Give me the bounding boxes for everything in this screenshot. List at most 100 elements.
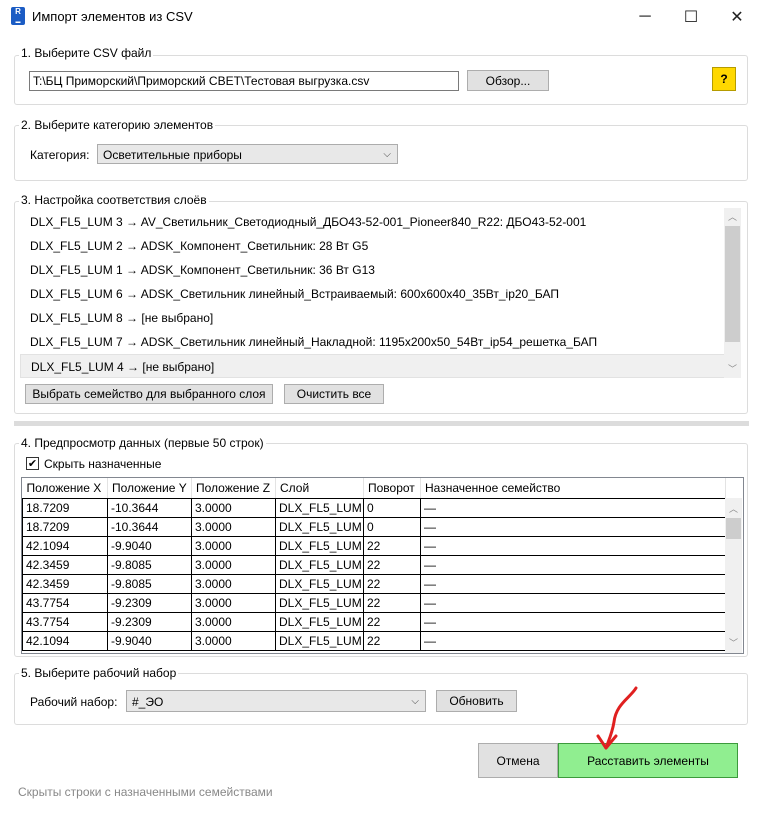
column-header[interactable]: Назначенное семейство	[420, 478, 726, 498]
table-header-row: Положение X Положение Y Положение Z Слой…	[22, 478, 726, 498]
splitter[interactable]	[14, 421, 749, 426]
preview-data-grid[interactable]: Положение X Положение Y Положение Z Слой…	[21, 477, 744, 654]
table-row[interactable]: 42.1094 -9.9040 3.0000 DLX_FL5_LUM 4 22—	[22, 631, 726, 651]
table-cell[interactable]: 3.0000	[191, 612, 276, 632]
layer-mapping-list[interactable]: DLX_FL5_LUM 3 → AV_Светильник_Светодиодн…	[20, 208, 741, 378]
table-row[interactable]: 43.7754 -9.2309 3.0000 DLX_FL5_LUM 4 22—	[22, 612, 726, 632]
list-item[interactable]: DLX_FL5_LUM 8 → [не выбрано]	[20, 306, 726, 330]
hide-assigned-checkbox[interactable]: ✔	[26, 457, 39, 470]
table-cell[interactable]: -9.2309	[107, 593, 192, 613]
scroll-down-icon[interactable]: ﹀	[728, 362, 737, 375]
table-row[interactable]: 43.7754 -9.2309 3.0000 DLX_FL5_LUM 4 22—	[22, 593, 726, 613]
table-cell[interactable]: -10.3644	[107, 498, 192, 518]
table-cell[interactable]: 0	[363, 498, 421, 518]
clear-all-button[interactable]: Очистить все	[284, 384, 384, 404]
table-cell[interactable]: 3.0000	[191, 631, 276, 651]
minimize-button[interactable]: ─	[622, 0, 668, 34]
select-family-button[interactable]: Выбрать семейство для выбранного слоя	[25, 384, 273, 404]
file-path-input[interactable]: T:\БЦ Приморский\Приморский СВЕТ\Тестова…	[29, 71, 459, 91]
window-title: Импорт элементов из CSV	[32, 9, 193, 24]
table-cell[interactable]: —	[420, 612, 726, 632]
table-row[interactable]: 42.1094 -9.9040 3.0000 DLX_FL5_LUM 4 22—	[22, 536, 726, 556]
table-cell[interactable]: —	[420, 498, 726, 518]
csv-file-group-label: 1. Выберите CSV файл	[19, 46, 154, 60]
close-button[interactable]: ✕	[714, 0, 760, 34]
list-item[interactable]: DLX_FL5_LUM 3 → AV_Светильник_Светодиодн…	[20, 210, 726, 234]
preview-grid-scrollbar[interactable]: ︿ ﹀	[725, 498, 742, 653]
help-button[interactable]: ?	[712, 67, 736, 91]
column-header[interactable]: Положение X	[22, 478, 108, 498]
table-cell[interactable]: 43.7754	[22, 612, 108, 632]
layer-list-scrollbar[interactable]: ︿ ﹀	[724, 208, 741, 378]
table-cell[interactable]: 22	[363, 612, 421, 632]
table-cell[interactable]: DLX_FL5_LUM 8	[275, 517, 364, 537]
scrollbar-thumb[interactable]	[725, 226, 740, 342]
table-cell[interactable]: DLX_FL5_LUM 4	[275, 631, 364, 651]
table-cell[interactable]: 22	[363, 631, 421, 651]
table-cell[interactable]: DLX_FL5_LUM 4	[275, 593, 364, 613]
list-item-selected[interactable]: DLX_FL5_LUM 4 → [не выбрано]	[20, 354, 726, 378]
table-cell[interactable]: 42.3459	[22, 555, 108, 575]
table-cell[interactable]: 3.0000	[191, 536, 276, 556]
table-cell[interactable]: 42.1094	[22, 536, 108, 556]
table-row[interactable]: 42.3459 -9.8085 3.0000 DLX_FL5_LUM 4 22—	[22, 555, 726, 575]
table-cell[interactable]: DLX_FL5_LUM 4	[275, 536, 364, 556]
table-cell[interactable]: -9.9040	[107, 536, 192, 556]
table-cell[interactable]: 18.7209	[22, 517, 108, 537]
table-cell[interactable]: -9.8085	[107, 574, 192, 594]
table-cell[interactable]: 18.7209	[22, 498, 108, 518]
status-text: Скрыты строки с назначенными семействами	[18, 785, 273, 799]
list-item[interactable]: DLX_FL5_LUM 2 → ADSK_Компонент_Светильни…	[20, 234, 726, 258]
table-cell[interactable]: —	[420, 555, 726, 575]
table-cell[interactable]: 43.7754	[22, 593, 108, 613]
table-row[interactable]: 18.7209 -10.3644 3.0000 DLX_FL5_LUM 8 0—	[22, 498, 726, 518]
table-cell[interactable]: —	[420, 631, 726, 651]
table-cell[interactable]: 3.0000	[191, 517, 276, 537]
list-item[interactable]: DLX_FL5_LUM 6 → ADSK_Светильник линейный…	[20, 282, 726, 306]
browse-button[interactable]: Обзор...	[467, 70, 549, 91]
table-cell[interactable]: 3.0000	[191, 574, 276, 594]
table-cell[interactable]: —	[420, 593, 726, 613]
scroll-up-icon[interactable]: ︿	[729, 502, 738, 515]
column-header[interactable]: Положение Z	[191, 478, 276, 498]
column-header[interactable]: Поворот	[363, 478, 421, 498]
table-row[interactable]: 42.3459 -9.8085 3.0000 DLX_FL5_LUM 4 22—	[22, 574, 726, 594]
table-cell[interactable]: 3.0000	[191, 555, 276, 575]
column-header[interactable]: Положение Y	[107, 478, 192, 498]
table-cell[interactable]: 22	[363, 536, 421, 556]
table-cell[interactable]: —	[420, 517, 726, 537]
cancel-button[interactable]: Отмена	[478, 743, 558, 778]
workset-select[interactable]: #_ЭО ⌵	[126, 690, 426, 712]
scroll-up-icon[interactable]: ︿	[728, 210, 737, 223]
annotation-arrow-icon	[596, 686, 638, 750]
table-cell[interactable]: DLX_FL5_LUM 4	[275, 574, 364, 594]
category-select[interactable]: Осветительные приборы ⌵	[97, 144, 398, 164]
list-item[interactable]: DLX_FL5_LUM 1 → ADSK_Компонент_Светильни…	[20, 258, 726, 282]
table-cell[interactable]: -9.2309	[107, 612, 192, 632]
table-cell[interactable]: DLX_FL5_LUM 8	[275, 498, 364, 518]
table-cell[interactable]: —	[420, 574, 726, 594]
table-cell[interactable]: 42.3459	[22, 574, 108, 594]
workset-select-value: #_ЭО	[132, 695, 164, 709]
column-header[interactable]: Слой	[275, 478, 364, 498]
scrollbar-thumb[interactable]	[726, 518, 741, 539]
table-cell[interactable]: 22	[363, 555, 421, 575]
help-icon: ?	[720, 72, 728, 86]
table-cell[interactable]: 3.0000	[191, 498, 276, 518]
table-cell[interactable]: —	[420, 536, 726, 556]
table-row[interactable]: 18.7209 -10.3644 3.0000 DLX_FL5_LUM 8 0—	[22, 517, 726, 537]
list-item[interactable]: DLX_FL5_LUM 7 → ADSK_Светильник линейный…	[20, 330, 726, 354]
table-cell[interactable]: -9.9040	[107, 631, 192, 651]
table-cell[interactable]: -9.8085	[107, 555, 192, 575]
table-cell[interactable]: 42.1094	[22, 631, 108, 651]
table-cell[interactable]: 22	[363, 574, 421, 594]
table-cell[interactable]: DLX_FL5_LUM 4	[275, 612, 364, 632]
refresh-button[interactable]: Обновить	[436, 690, 517, 712]
table-cell[interactable]: 0	[363, 517, 421, 537]
maximize-button[interactable]: ☐	[668, 0, 714, 34]
table-cell[interactable]: -10.3644	[107, 517, 192, 537]
scroll-down-icon[interactable]: ﹀	[729, 636, 738, 649]
table-cell[interactable]: 3.0000	[191, 593, 276, 613]
table-cell[interactable]: 22	[363, 593, 421, 613]
table-cell[interactable]: DLX_FL5_LUM 4	[275, 555, 364, 575]
